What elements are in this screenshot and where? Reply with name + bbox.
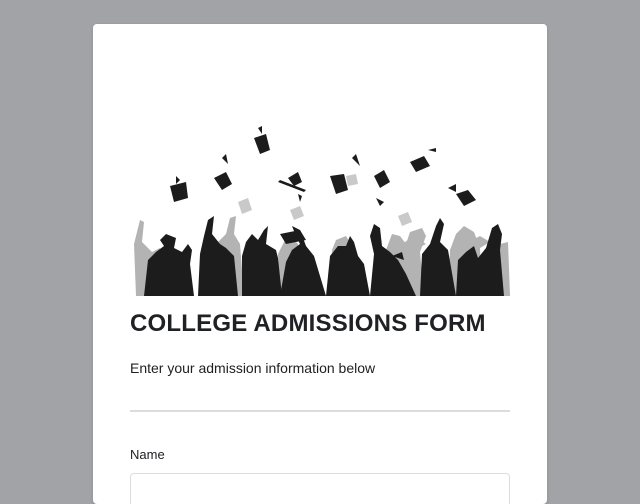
form-title: COLLEGE ADMISSIONS FORM bbox=[130, 310, 486, 337]
graduation-caps-image bbox=[130, 124, 510, 296]
name-input[interactable] bbox=[130, 473, 510, 504]
form-card: COLLEGE ADMISSIONS FORM Enter your admis… bbox=[93, 24, 547, 504]
divider bbox=[130, 410, 510, 412]
form-description: Enter your admission information below bbox=[130, 360, 376, 376]
name-label: Name bbox=[130, 447, 165, 462]
